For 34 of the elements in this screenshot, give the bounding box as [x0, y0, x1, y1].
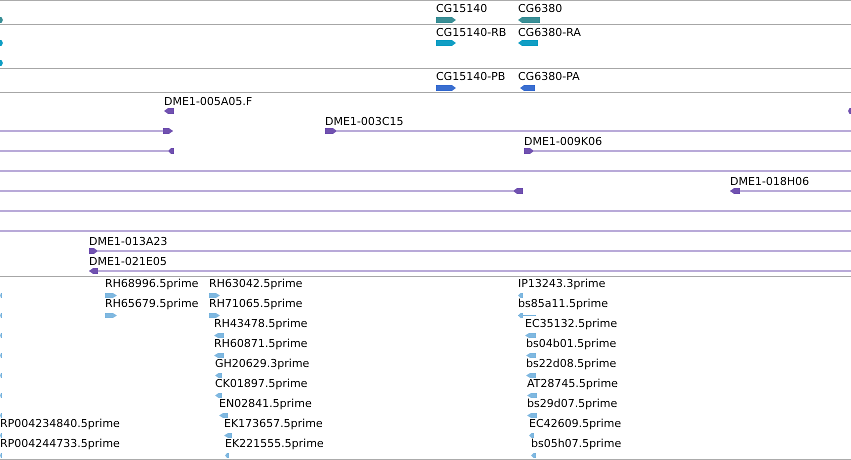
- feature-label: CG6380-RA: [518, 26, 581, 40]
- feature-label: EK173657.5prime: [224, 417, 323, 431]
- feature-label: RH71065.5prime: [209, 297, 302, 311]
- feature-label: GH20629.3prime: [215, 357, 310, 371]
- feature-label: RH43478.5prime: [214, 317, 308, 331]
- feature-label: RH60871.5prime: [214, 337, 308, 351]
- feature-label: bs85a11.5prime: [518, 297, 608, 311]
- feature-label: CG15140-RB: [436, 26, 506, 40]
- feature-label: DME1-013A23: [89, 235, 168, 249]
- feature-label: AT28745.5prime: [527, 377, 618, 391]
- feature-label: DME1-005A05.F: [164, 95, 252, 109]
- feature-label: bs29d07.5prime: [527, 397, 618, 411]
- feature-label: bs05h07.5prime: [531, 437, 622, 451]
- feature-label: RP004234840.5prime: [0, 417, 120, 431]
- feature-label: DME1-021E05: [89, 255, 167, 269]
- feature-label: DME1-018H06: [730, 175, 810, 189]
- feature-label: EN02841.5prime: [219, 397, 312, 411]
- feature-label: EC42609.5prime: [529, 417, 622, 431]
- feature-label: EK221555.5prime: [225, 437, 324, 451]
- feature-label: CG6380: [518, 2, 562, 16]
- feature-label: bs22d08.5prime: [526, 357, 616, 371]
- feature-label: CG6380-PA: [518, 70, 580, 84]
- feature-label: CG15140: [436, 2, 488, 16]
- feature-label: DME1-003C15: [325, 115, 404, 129]
- feature-label: RH68996.5prime: [105, 277, 198, 291]
- feature-label: RH63042.5prime: [209, 277, 302, 291]
- feature-label: CG15140-PB: [436, 70, 506, 84]
- feature-label: DME1-009K06: [524, 135, 602, 149]
- feature-label: IP13243.3prime: [518, 277, 606, 291]
- feature-label: CK01897.5prime: [215, 377, 308, 391]
- feature-label: RH65679.5prime: [105, 297, 198, 311]
- feature-label: RP004244733.5prime: [0, 437, 120, 451]
- feature-label: bs04b01.5prime: [526, 337, 616, 351]
- feature-label: EC35132.5prime: [525, 317, 618, 331]
